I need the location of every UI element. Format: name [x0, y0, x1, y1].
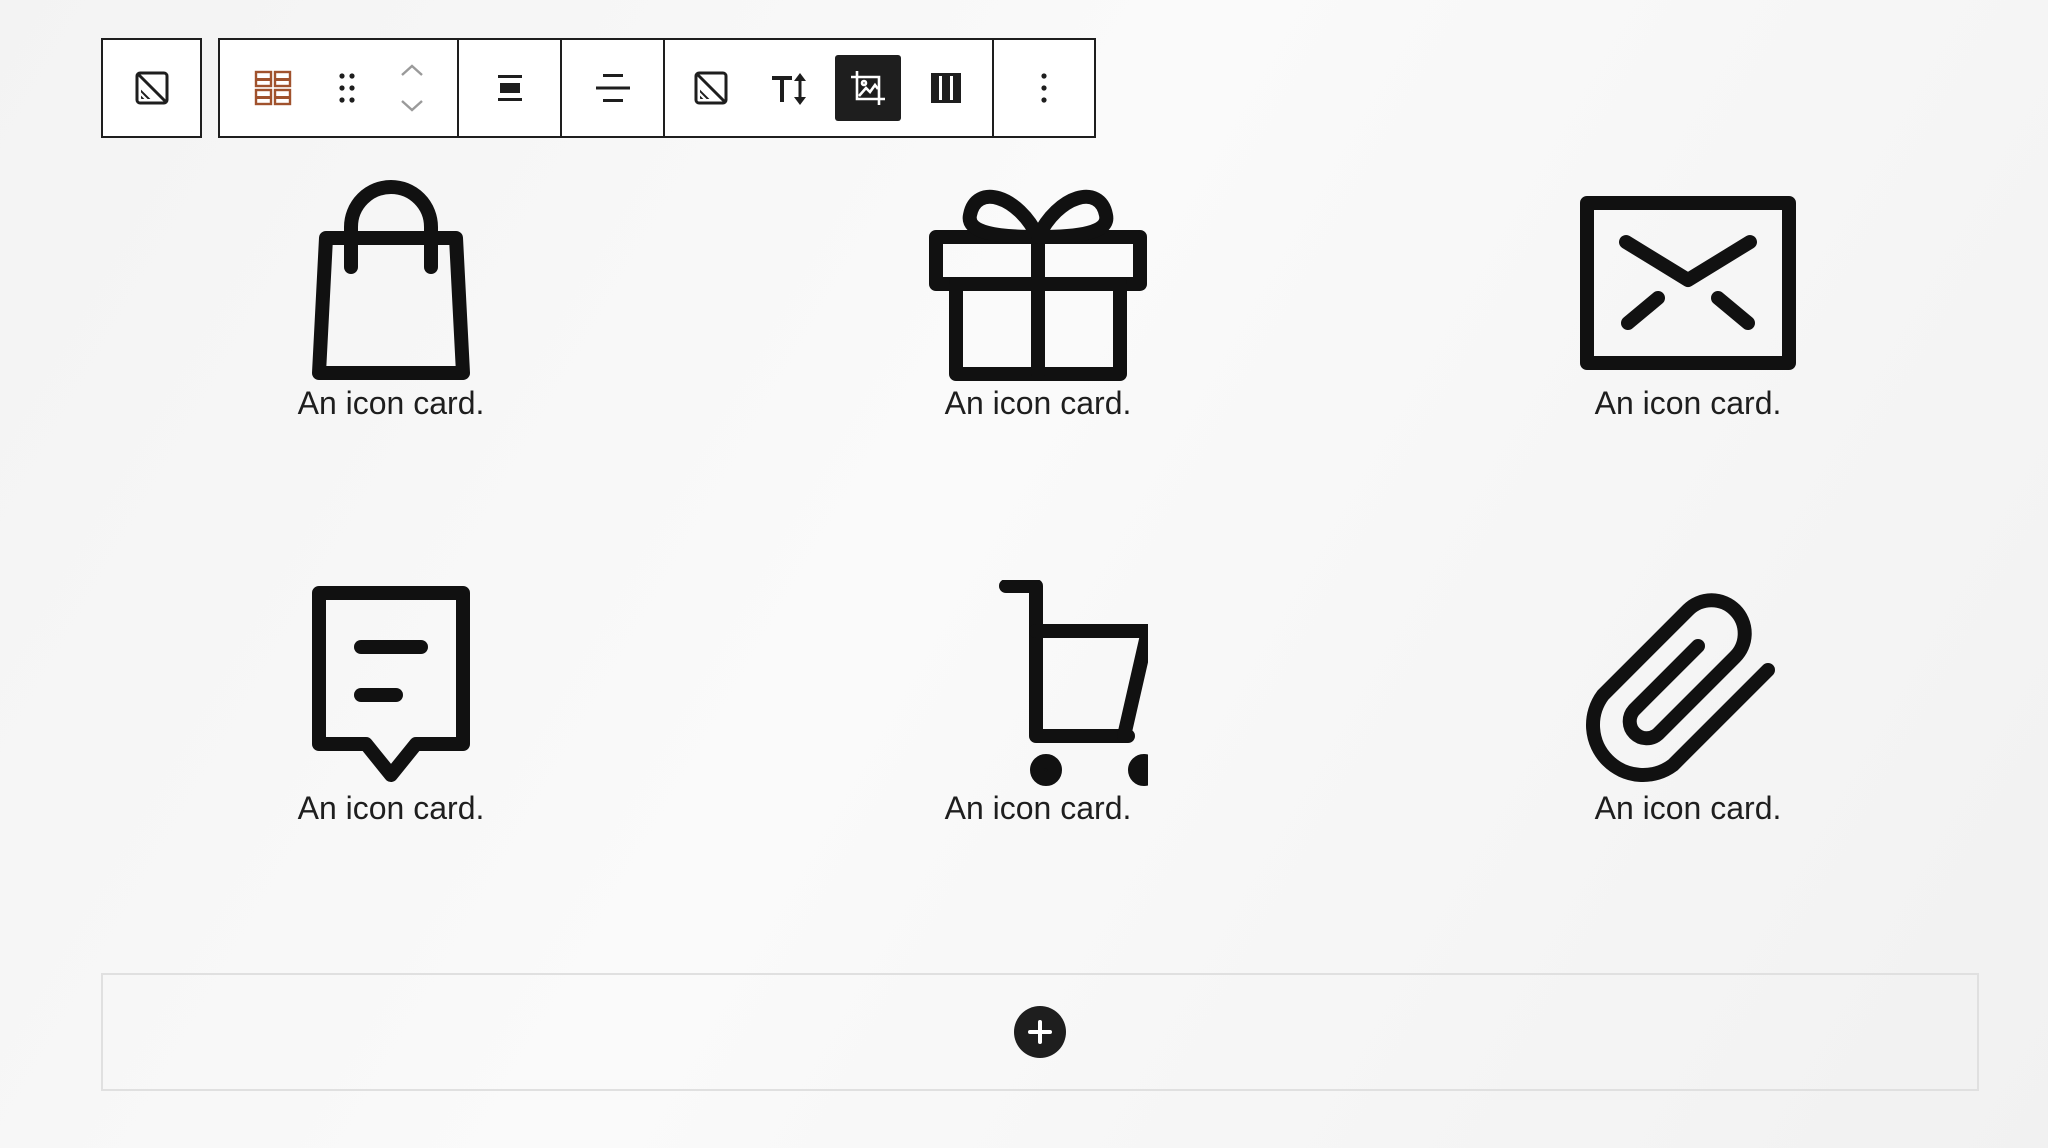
block-align-group — [459, 40, 562, 136]
grid-block-icon — [255, 70, 292, 106]
envelope-icon — [1580, 196, 1796, 370]
add-block-button[interactable] — [1014, 1006, 1066, 1058]
move-up-down-buttons[interactable] — [392, 53, 432, 123]
card-caption: An icon card. — [944, 790, 1132, 826]
card-caption: An icon card. — [297, 790, 485, 826]
icon-card[interactable]: An icon card. — [1518, 580, 1858, 827]
card-caption: An icon card. — [944, 385, 1132, 421]
paperclip-icon — [1586, 593, 1775, 782]
cart-icon — [999, 580, 1148, 786]
align-center-icon — [497, 75, 522, 101]
columns-button[interactable] — [913, 55, 979, 121]
card-caption: An icon card. — [1594, 790, 1782, 826]
shopping-bag-icon — [312, 180, 470, 380]
columns-icon — [931, 73, 962, 103]
comment-icon — [312, 586, 470, 782]
move-up-down-icon — [400, 64, 423, 112]
image-placeholder-icon — [694, 71, 728, 105]
justify-icon — [595, 74, 630, 102]
crop-button[interactable] — [834, 55, 901, 121]
card-caption: An icon card. — [1594, 385, 1782, 421]
icon-card[interactable]: An icon card. — [221, 175, 561, 422]
card-caption: An icon card. — [297, 385, 485, 421]
drag-handle[interactable] — [327, 60, 367, 116]
options-group — [994, 40, 1094, 136]
icon-card[interactable]: An icon card. — [221, 580, 561, 827]
block-switcher-group — [220, 40, 459, 136]
icon-card[interactable]: An icon card. — [868, 580, 1208, 827]
more-options-button[interactable] — [1019, 58, 1069, 118]
block-type-button[interactable] — [245, 60, 301, 116]
block-toolbar — [218, 38, 1096, 138]
image-placeholder-icon — [135, 71, 168, 105]
plus-icon — [1028, 1020, 1052, 1044]
icon-card[interactable]: An icon card. — [1518, 175, 1858, 422]
block-appender — [101, 973, 1979, 1091]
select-parent-toolbar — [101, 38, 202, 138]
gift-icon — [929, 189, 1147, 381]
replace-image-button[interactable] — [678, 55, 744, 121]
text-size-button[interactable] — [756, 55, 822, 121]
justify-group — [562, 40, 665, 136]
align-button[interactable] — [482, 60, 538, 116]
icon-card[interactable]: An icon card. — [868, 175, 1208, 422]
crop-icon — [850, 71, 885, 105]
drag-handle-icon — [338, 73, 355, 103]
more-options-icon — [1041, 73, 1047, 103]
block-tools-group — [665, 40, 994, 136]
select-parent-button[interactable] — [103, 40, 200, 136]
text-size-icon — [772, 73, 807, 105]
justify-button[interactable] — [585, 60, 641, 116]
